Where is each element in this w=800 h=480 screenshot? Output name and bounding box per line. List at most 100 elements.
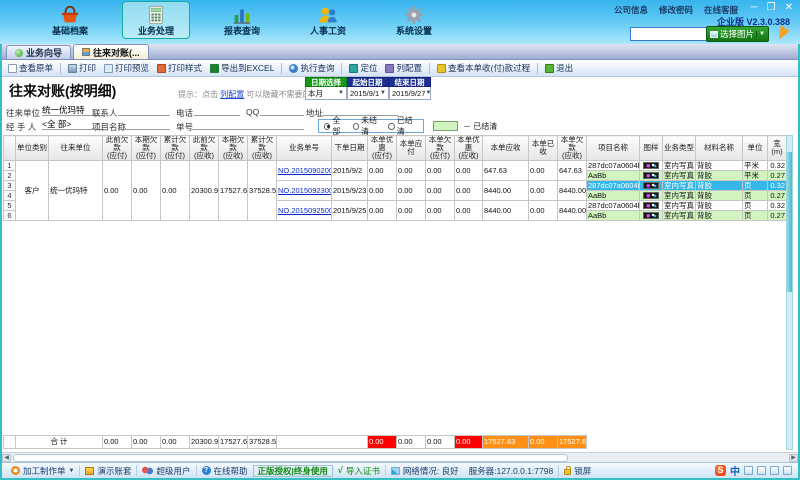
column-header[interactable]: 本单应付 <box>397 136 426 161</box>
order-recv: 8440.00 <box>483 181 529 201</box>
contact-field[interactable] <box>118 105 170 116</box>
column-header[interactable]: 宽(m) <box>768 136 787 161</box>
column-header[interactable]: 累计欠款 (应收) <box>248 136 277 161</box>
order-link[interactable]: NO.201509230002 <box>278 186 332 195</box>
phone-field[interactable] <box>194 105 240 116</box>
column-config-button[interactable]: 列配置 <box>381 62 426 74</box>
change-password-link[interactable]: 修改密码 <box>659 4 693 16</box>
nav-item-hr-payroll[interactable]: 人事工资 <box>294 1 362 39</box>
column-header[interactable]: 本单欠款 (应付) <box>426 136 455 161</box>
radio-unsettled[interactable]: 未结清 <box>353 115 383 137</box>
print-style-button[interactable]: 打印样式 <box>153 62 206 74</box>
sogou-logo-icon[interactable]: S <box>715 465 726 476</box>
radio-all[interactable]: 全部 <box>324 115 347 137</box>
scroll-right-arrow[interactable]: ▶ <box>789 454 798 462</box>
tab-reconciliation[interactable]: 往来对账(... <box>73 44 149 59</box>
select-image-button[interactable]: 选择图片 ▼ <box>706 26 769 42</box>
minimize-button[interactable]: ─ <box>751 2 758 14</box>
keyboard-icon[interactable] <box>770 466 779 475</box>
group-cur_pay: 0.00 <box>132 161 161 221</box>
vertical-scrollbar-thumb[interactable] <box>787 152 792 292</box>
chevron-down-icon[interactable]: ▼ <box>756 31 765 37</box>
sample-image[interactable] <box>643 202 659 209</box>
column-header[interactable]: 本单优惠 (应收) <box>455 136 483 161</box>
separator <box>60 63 61 74</box>
emoticon-icon[interactable] <box>757 466 766 475</box>
sample-image[interactable] <box>643 162 659 169</box>
export-excel-button[interactable]: 导出到EXCEL <box>206 62 278 74</box>
column-header[interactable]: 单位 <box>743 136 768 161</box>
horizontal-scrollbar-thumb[interactable] <box>13 454 568 462</box>
column-header[interactable]: 本单应收 <box>483 136 529 161</box>
sample-image[interactable] <box>643 212 659 219</box>
close-button[interactable]: ✕ <box>785 2 793 14</box>
work-order-menu[interactable]: 加工制作单▼ <box>6 465 79 477</box>
column-header[interactable]: 往来单位 <box>49 136 103 161</box>
exit-button[interactable]: 退出 <box>541 62 577 74</box>
column-header[interactable]: 单位类别 <box>16 136 49 161</box>
qq-field[interactable] <box>260 105 304 116</box>
radio-settled[interactable]: 已结清 <box>388 115 418 137</box>
grid-header-row: 单位类别往来单位此前欠款 (应付)本期欠款 (应付)累计欠款 (应付)此前欠款 … <box>4 136 787 161</box>
column-header[interactable]: 本单已收 <box>529 136 558 161</box>
order-link[interactable]: NO.201509020021 <box>278 166 332 175</box>
horizontal-scrollbar[interactable]: ◀ ▶ <box>2 452 798 462</box>
order-no-field[interactable] <box>192 119 304 130</box>
line-thumbnail-cell <box>640 161 663 171</box>
column-header[interactable]: 业务类型 <box>663 136 696 161</box>
vertical-scrollbar[interactable] <box>786 135 793 450</box>
import-certificate-item[interactable]: √导入证书 <box>333 465 385 477</box>
line-project-name: AaBb <box>587 211 640 221</box>
column-header[interactable] <box>4 136 16 161</box>
sample-image[interactable] <box>643 192 659 199</box>
toolbox-icon[interactable] <box>783 466 792 475</box>
print-preview-button[interactable]: 打印预览 <box>100 62 153 74</box>
run-query-button[interactable]: 执行查询 <box>285 62 338 74</box>
column-header[interactable]: 项目名称 <box>587 136 640 161</box>
column-header[interactable]: 此前欠款 (应收) <box>190 136 219 161</box>
start-date-dropdown[interactable]: 2015/9/1▼ <box>347 87 389 100</box>
view-original-button[interactable]: 查看原单 <box>4 62 57 74</box>
nav-item-business[interactable]: 业务处理 <box>122 1 190 39</box>
columns-icon <box>385 64 394 73</box>
company-info-link[interactable]: 公司信息 <box>614 4 648 16</box>
column-header[interactable]: 业务单号 <box>277 136 332 161</box>
tab-business-wizard[interactable]: 业务向导 <box>6 45 71 59</box>
print-button[interactable]: 打印 <box>64 62 100 74</box>
line-material: 背胶 <box>696 161 743 171</box>
chinese-mode-icon[interactable]: 中 <box>730 463 740 478</box>
demo-account-item[interactable]: 演示账套 <box>80 465 136 477</box>
pen-icon[interactable] <box>744 466 753 475</box>
online-help-item[interactable]: ?在线帮助 <box>197 465 253 477</box>
column-config-link[interactable]: 列配置 <box>220 90 244 99</box>
column-header[interactable]: 本期欠款 (应收) <box>219 136 248 161</box>
column-header[interactable]: 累计欠款 (应付) <box>161 136 190 161</box>
order-link[interactable]: NO.201509250001 <box>278 206 332 215</box>
column-header[interactable]: 本期欠款 (应付) <box>132 136 161 161</box>
project-field[interactable] <box>118 119 170 130</box>
sample-image[interactable] <box>643 182 659 189</box>
nav-item-basic-archive[interactable]: 基础档案 <box>36 1 104 39</box>
column-header[interactable]: 本单欠款 (应收) <box>558 136 587 161</box>
sample-image[interactable] <box>643 172 659 179</box>
view-payment-process-button[interactable]: 查看本单收(付)款过程 <box>433 62 534 74</box>
lock-screen-item[interactable]: 锁屏 <box>559 465 596 477</box>
column-header[interactable]: 本单优惠 (应付) <box>368 136 397 161</box>
scroll-left-arrow[interactable]: ◀ <box>2 454 11 462</box>
line-type: 室内写真 <box>663 181 696 191</box>
column-header[interactable]: 下单日期 <box>332 136 368 161</box>
separator <box>341 63 342 74</box>
column-header[interactable]: 此前欠款 (应付) <box>103 136 132 161</box>
page-title: 往来对账(按明细) <box>9 81 116 101</box>
nav-item-system-settings[interactable]: 系统设置 <box>380 1 448 39</box>
end-date-dropdown[interactable]: 2015/9/27▼ <box>389 87 431 100</box>
super-user-item[interactable]: 超级用户 <box>137 465 195 477</box>
date-range-dropdown[interactable]: 本月▼ <box>305 87 347 100</box>
line-thumbnail-cell <box>640 211 663 221</box>
locate-button[interactable]: 定位 <box>345 62 381 74</box>
excel-icon <box>210 64 219 73</box>
nav-item-reports[interactable]: 报表查询 <box>208 1 276 39</box>
column-header[interactable]: 图样 <box>640 136 663 161</box>
maximize-button[interactable]: ❐ <box>767 2 776 14</box>
column-header[interactable]: 材料名称 <box>696 136 743 161</box>
